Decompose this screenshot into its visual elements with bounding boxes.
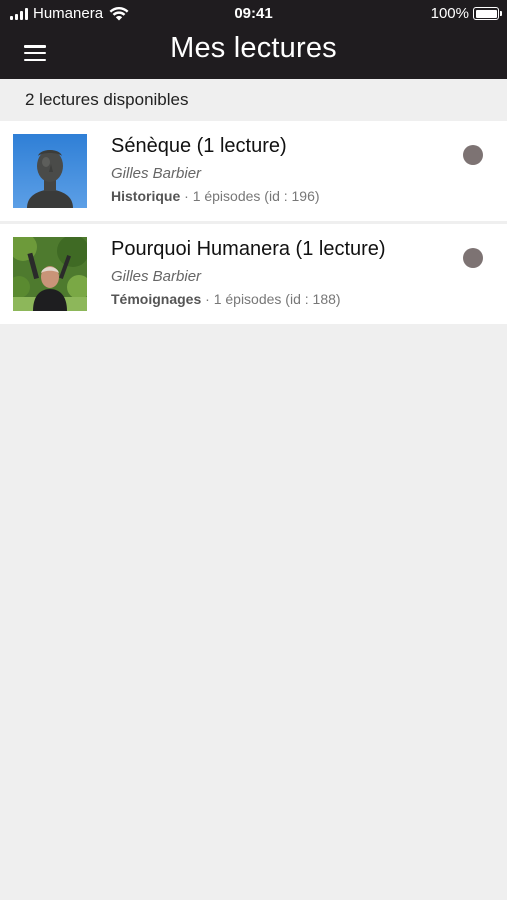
man-in-garden-thumbnail: [13, 237, 87, 311]
battery-percentage: 100%: [430, 5, 469, 22]
reading-category: Témoignages: [111, 291, 202, 307]
status-dot-icon: [463, 145, 483, 165]
meta-separator: ·: [201, 291, 214, 307]
reading-author: Gilles Barbier: [111, 165, 202, 182]
readings-count: 2 lectures disponibles: [0, 79, 507, 121]
status-dot-icon: [463, 248, 483, 268]
reading-title: Sénèque (1 lecture): [111, 135, 287, 157]
status-bar-right: 100%: [430, 5, 502, 22]
reading-details: 1 épisodes (id : 196): [192, 188, 320, 204]
navigation-bar: Mes lectures: [0, 28, 507, 79]
seneca-bust-thumbnail: [13, 134, 87, 208]
reading-meta: Historique · 1 épisodes (id : 196): [111, 188, 320, 204]
reading-author: Gilles Barbier: [111, 268, 202, 285]
readings-list: Sénèque (1 lecture) Gilles Barbier Histo…: [0, 121, 507, 327]
reading-category: Historique: [111, 188, 181, 204]
battery-icon: [473, 7, 502, 20]
status-bar: Humanera 09:41 100%: [0, 0, 507, 28]
page-title: Mes lectures: [170, 32, 337, 64]
reading-title: Pourquoi Humanera (1 lecture): [111, 238, 386, 260]
meta-separator: ·: [180, 188, 193, 204]
reading-details: 1 épisodes (id : 188): [213, 291, 341, 307]
reading-meta: Témoignages · 1 épisodes (id : 188): [111, 291, 341, 307]
reading-item-seneque[interactable]: Sénèque (1 lecture) Gilles Barbier Histo…: [0, 121, 507, 221]
reading-item-pourquoi-humanera[interactable]: Pourquoi Humanera (1 lecture) Gilles Bar…: [0, 224, 507, 324]
